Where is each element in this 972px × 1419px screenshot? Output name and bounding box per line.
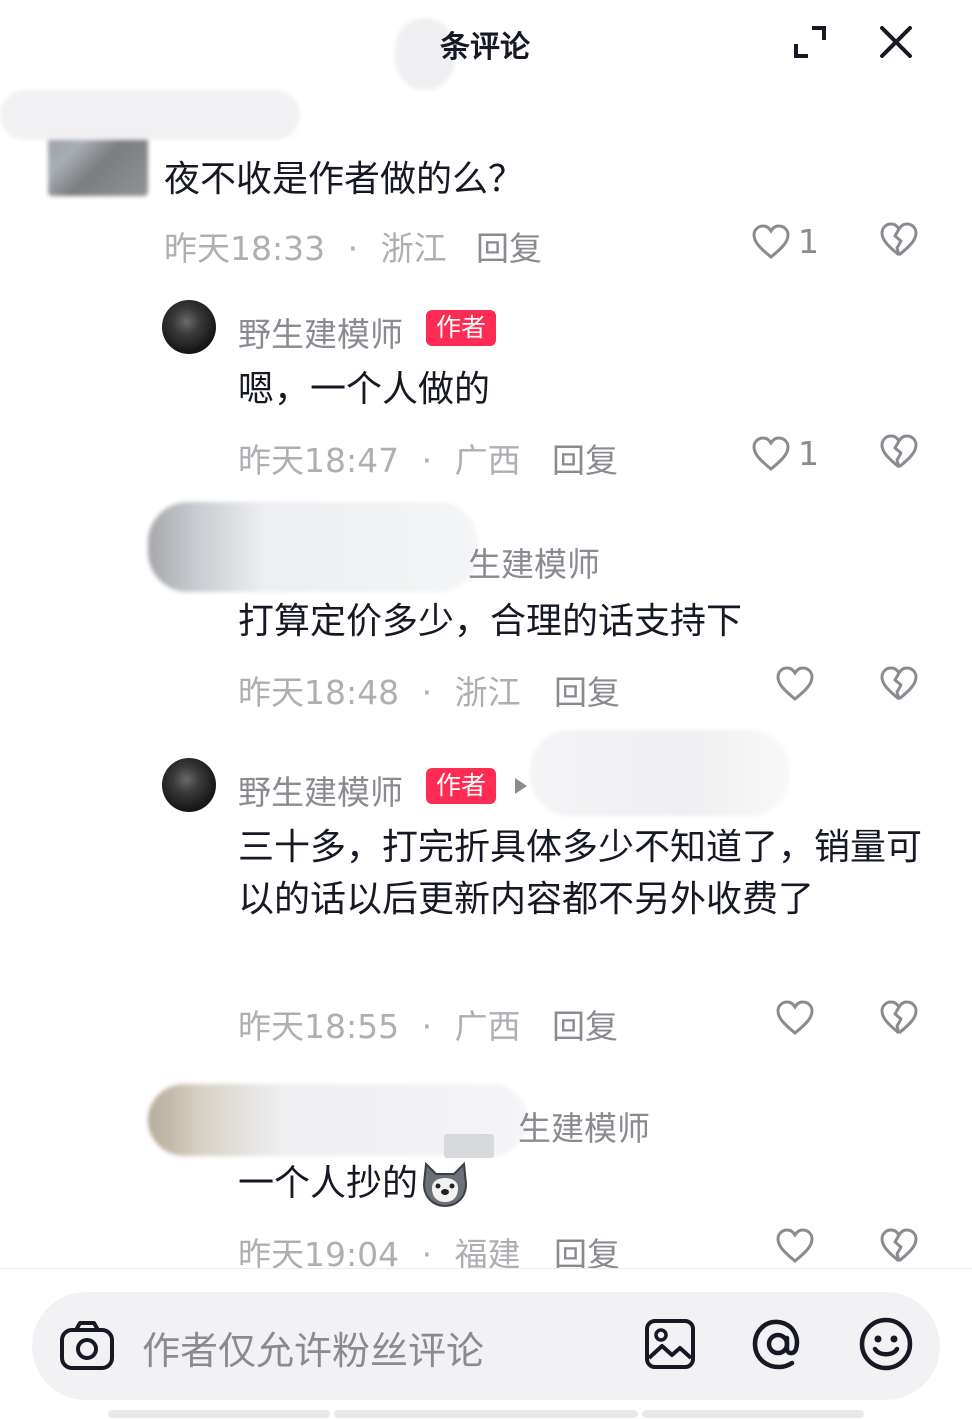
like-button[interactable] bbox=[776, 1228, 814, 1268]
heart-icon bbox=[752, 435, 790, 471]
reply-text: 嗯，一个人做的 bbox=[238, 369, 491, 410]
emoji-icon[interactable] bbox=[858, 1316, 914, 1376]
like-button[interactable]: 1 bbox=[752, 434, 819, 473]
bottom-hint-bar bbox=[334, 1410, 638, 1418]
reply-text: 三十多，打完折具体多少不知道了，销量可以的话以后更新内容都不另外收费了 bbox=[238, 827, 923, 920]
heart-icon bbox=[752, 223, 790, 259]
reply-item: 野生建模师 作者 三十多，打完折具体多少不知道了，销量可以的话以后更新内容都不另… bbox=[0, 730, 972, 1046]
comment-input-placeholder: 作者仅允许粉丝评论 bbox=[142, 1329, 485, 1373]
at-icon[interactable] bbox=[750, 1316, 806, 1376]
expand-icon[interactable] bbox=[786, 18, 834, 66]
comment-count-title: 条评论 bbox=[440, 30, 530, 65]
reply-button[interactable]: 回复 bbox=[552, 1000, 618, 1048]
broken-heart-icon bbox=[880, 1000, 918, 1035]
author-badge: 作者 bbox=[426, 768, 497, 804]
reply-time: 昨天18:48 bbox=[238, 673, 400, 712]
reply-location: 广西 bbox=[454, 1007, 521, 1046]
reply-location: 广西 bbox=[454, 441, 521, 480]
reply-time: 昨天18:55 bbox=[238, 1007, 400, 1046]
reply-username[interactable]: 生建模师 bbox=[518, 1102, 650, 1150]
broken-heart-icon bbox=[880, 222, 918, 257]
blurred-username bbox=[0, 90, 300, 140]
dislike-button[interactable] bbox=[880, 1228, 918, 1268]
comment-text: 夜不收是作者做的么？ bbox=[164, 159, 525, 200]
like-count: 1 bbox=[798, 434, 819, 473]
heart-icon bbox=[776, 666, 814, 701]
heart-icon bbox=[776, 1228, 814, 1263]
bottom-hint-bar bbox=[108, 1410, 330, 1418]
dislike-button[interactable] bbox=[880, 434, 918, 474]
reply-button[interactable]: 回复 bbox=[476, 222, 542, 270]
like-button[interactable] bbox=[776, 666, 814, 706]
comment-time: 昨天18:33 bbox=[164, 229, 326, 268]
reply-username[interactable]: 生建模师 bbox=[468, 538, 600, 586]
like-button[interactable] bbox=[776, 1000, 814, 1040]
heart-icon bbox=[776, 1000, 814, 1035]
broken-heart-icon bbox=[880, 1228, 918, 1263]
reply-item: 生建模师 打算定价多少，合理的话支持下 昨天18:48 · 浙江 回复 bbox=[0, 500, 972, 712]
reply-text-content: 一个人抄的 bbox=[238, 1163, 419, 1204]
reply-username[interactable]: 野生建模师 bbox=[238, 308, 403, 356]
dislike-button[interactable] bbox=[880, 222, 918, 262]
reply-button[interactable]: 回复 bbox=[554, 666, 620, 714]
reply-item: 野生建模师 作者 嗯，一个人做的 昨天18:47 · 广西 回复 1 bbox=[0, 296, 972, 486]
close-icon[interactable] bbox=[872, 18, 920, 66]
dislike-button[interactable] bbox=[880, 1000, 918, 1040]
dislike-button[interactable] bbox=[880, 666, 918, 706]
comment-meta: 昨天18:33 · 浙江 bbox=[164, 222, 447, 270]
avatar[interactable] bbox=[162, 758, 216, 812]
comment-item: 夜不收是作者做的么？ 昨天18:33 · 浙江 回复 1 bbox=[0, 90, 972, 280]
meta-separator: · bbox=[421, 673, 433, 712]
comment-location: 浙江 bbox=[380, 229, 447, 268]
reply-button[interactable]: 回复 bbox=[552, 434, 618, 482]
reply-meta: 昨天18:47 · 广西 bbox=[238, 434, 521, 482]
reply-time: 昨天18:47 bbox=[238, 441, 400, 480]
reply-text: 一个人抄的 bbox=[238, 1158, 470, 1210]
author-badge: 作者 bbox=[426, 310, 497, 346]
reply-meta: 昨天18:48 · 浙江 bbox=[238, 666, 521, 714]
meta-separator: · bbox=[347, 229, 359, 268]
broken-heart-icon bbox=[880, 434, 918, 469]
reply-text: 打算定价多少，合理的话支持下 bbox=[238, 601, 743, 642]
reply-meta: 昨天18:55 · 广西 bbox=[238, 1000, 521, 1048]
reply-item: 生建模师 一个人抄的 昨天19:04 · 福建 回复 bbox=[0, 1064, 972, 1274]
meta-separator: · bbox=[421, 1007, 433, 1046]
dog-emoji-icon bbox=[423, 1161, 468, 1208]
reply-location: 浙江 bbox=[454, 673, 521, 712]
bottom-hint-bar bbox=[642, 1410, 864, 1418]
blurred-avatar bbox=[148, 502, 478, 592]
image-icon[interactable] bbox=[644, 1318, 696, 1374]
avatar[interactable] bbox=[162, 300, 216, 354]
like-button[interactable]: 1 bbox=[752, 222, 819, 261]
meta-separator: · bbox=[421, 441, 433, 480]
like-count: 1 bbox=[798, 222, 819, 261]
camera-icon[interactable] bbox=[58, 1318, 116, 1378]
reply-username[interactable]: 野生建模师 bbox=[238, 766, 403, 814]
broken-heart-icon bbox=[880, 666, 918, 701]
reply-to-arrow-icon bbox=[515, 778, 527, 794]
blurred-reply-target bbox=[530, 730, 790, 816]
blurred-username bbox=[444, 1134, 494, 1158]
